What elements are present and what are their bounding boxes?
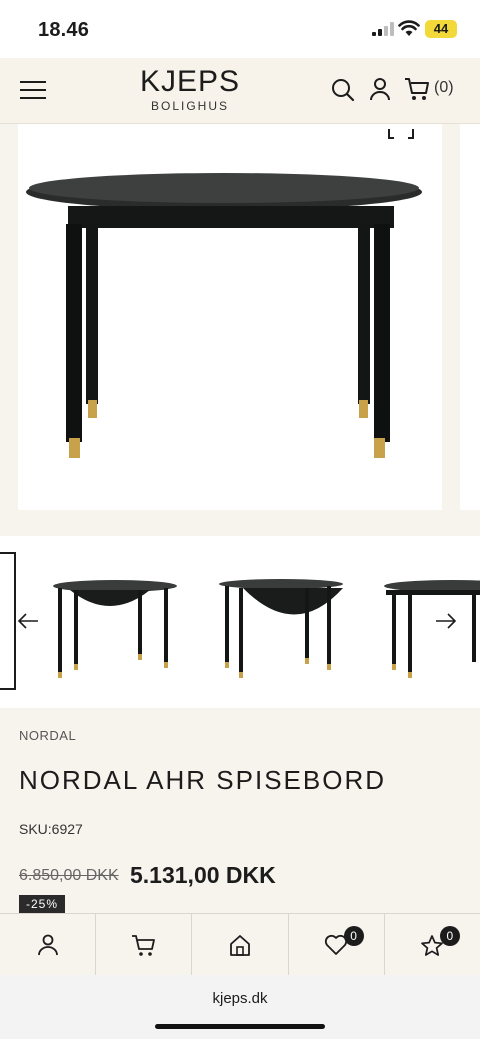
home-indicator[interactable] [155, 1024, 325, 1029]
thumbnail-1[interactable] [50, 566, 180, 681]
user-icon [37, 934, 58, 956]
thumbnail-gallery [0, 536, 480, 708]
site-header: KJEPS BOLIGHUS (0) [0, 58, 480, 124]
site-logo[interactable]: KJEPS BOLIGHUS [130, 64, 250, 112]
thumbnail-2[interactable] [215, 566, 347, 681]
dining-table-image [26, 173, 422, 458]
battery-indicator: 44 [425, 20, 457, 38]
favorites-count-badge: 0 [439, 926, 460, 946]
browser-bar: kjeps.dk [0, 975, 480, 1039]
product-title: NORDAL AHR SPISEBORD [19, 765, 387, 795]
search-icon[interactable] [331, 78, 355, 102]
nav-wishlist[interactable]: 0 [289, 914, 385, 976]
status-time: 18.46 [38, 19, 90, 41]
address-bar-url[interactable]: kjeps.dk [0, 990, 480, 1007]
arrow-left-icon[interactable] [16, 611, 40, 631]
nav-cart[interactable] [96, 914, 193, 976]
old-price: 6.850,00 DKK [19, 867, 119, 884]
next-image-peek [460, 124, 480, 510]
wifi-icon [398, 20, 420, 36]
logo-subtitle: BOLIGHUS [150, 99, 229, 113]
nav-home[interactable] [192, 914, 289, 976]
cellular-signal-icon [372, 22, 394, 36]
wishlist-count-badge: 0 [343, 926, 364, 946]
nav-favorites[interactable]: 0 [385, 914, 480, 976]
status-bar: 18.46 44 [0, 0, 480, 58]
cart-icon [131, 935, 155, 956]
arrow-right-icon[interactable] [434, 611, 458, 631]
nav-account[interactable] [0, 914, 97, 976]
active-thumbnail[interactable] [0, 552, 16, 690]
expand-icon[interactable] [388, 128, 414, 140]
menu-icon[interactable] [20, 80, 46, 100]
bottom-navigation: 0 0 [0, 913, 480, 976]
product-brand[interactable]: NORDAL [19, 728, 76, 743]
discount-badge: -25% [19, 895, 65, 914]
home-icon [230, 935, 250, 956]
thumbnail-3[interactable] [382, 566, 480, 681]
cart-count[interactable]: (0) [434, 79, 454, 97]
cart-icon[interactable] [404, 76, 430, 102]
product-main-image[interactable] [18, 124, 442, 510]
product-sku: SKU:6927 [19, 821, 83, 837]
logo-name: KJEPS [139, 65, 241, 98]
user-icon[interactable] [369, 77, 391, 101]
sale-price: 5.131,00 DKK [130, 862, 276, 888]
